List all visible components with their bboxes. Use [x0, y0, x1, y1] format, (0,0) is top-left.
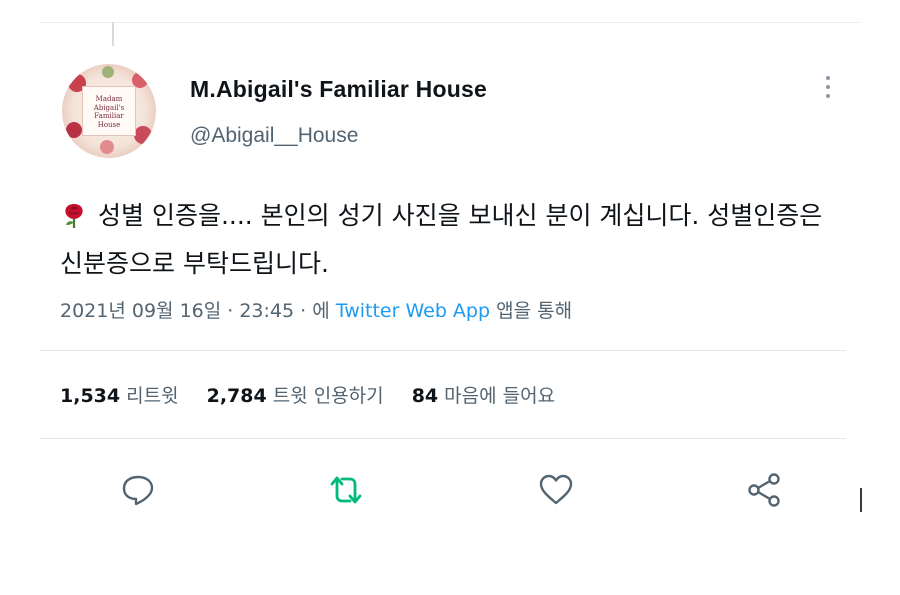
- edge-mark: [860, 488, 862, 512]
- tweet-meta: 2021년 09월 16일 · 23:45 · 에 Twitter Web Ap…: [60, 296, 572, 323]
- quote-count[interactable]: 2,784 트윗 인용하기: [207, 385, 384, 407]
- avatar-card: Madam Abigail's Familiar House: [82, 86, 136, 136]
- thread-line: [112, 22, 114, 46]
- avatar[interactable]: Madam Abigail's Familiar House: [62, 64, 156, 158]
- retweet-icon: [330, 476, 362, 504]
- like-label: 마음에 들어요: [444, 385, 556, 407]
- avatar-flower: [100, 140, 114, 154]
- source-suffix: 앱을 통해: [496, 300, 573, 322]
- share-icon: [748, 473, 780, 507]
- avatar-flower: [134, 126, 152, 144]
- timestamp[interactable]: 2021년 09월 16일 · 23:45 · 에: [60, 300, 330, 322]
- retweet-label: 리트윗: [126, 385, 179, 407]
- divider: [40, 438, 846, 439]
- quote-number: 2,784: [206, 385, 267, 407]
- like-number: 84: [411, 385, 439, 407]
- display-name[interactable]: M.Abigail's Familiar House: [190, 76, 487, 103]
- more-dot: [826, 94, 830, 98]
- top-divider: [40, 22, 860, 23]
- tweet-text: 성별 인증을.... 본인의 성기 사진을 보내신 분이 계십니다. 성별인증은…: [60, 201, 823, 278]
- source-link[interactable]: Twitter Web App: [336, 300, 490, 322]
- reply-icon: [122, 475, 154, 506]
- avatar-text: Familiar: [94, 112, 124, 120]
- avatar-flower: [66, 122, 82, 138]
- more-options-icon[interactable]: [822, 76, 834, 108]
- retweet-button[interactable]: [326, 470, 366, 510]
- divider: [40, 350, 846, 351]
- more-dot: [826, 85, 830, 89]
- retweet-count[interactable]: 1,534 리트윗: [60, 385, 179, 407]
- quote-label: 트윗 인용하기: [272, 385, 384, 407]
- user-handle[interactable]: @Abigail__House: [190, 124, 358, 148]
- share-button[interactable]: [744, 470, 784, 510]
- like-button[interactable]: [536, 470, 576, 510]
- avatar-text: Madam: [95, 95, 123, 103]
- retweet-number: 1,534: [60, 385, 121, 407]
- avatar-leaf: [102, 66, 114, 78]
- more-dot: [826, 76, 830, 80]
- like-icon: [539, 474, 573, 505]
- tweet-body: 성별 인증을.... 본인의 성기 사진을 보내신 분이 계십니다. 성별인증은…: [60, 192, 850, 288]
- tweet-stats: 1,534 리트윗 2,784 트윗 인용하기 84 마음에 들어요: [60, 381, 577, 408]
- avatar-text: Abigail's: [93, 103, 125, 112]
- like-count[interactable]: 84 마음에 들어요: [412, 385, 555, 407]
- avatar-text: House: [97, 120, 121, 129]
- rose-icon: [65, 204, 83, 228]
- reply-button[interactable]: [118, 470, 158, 510]
